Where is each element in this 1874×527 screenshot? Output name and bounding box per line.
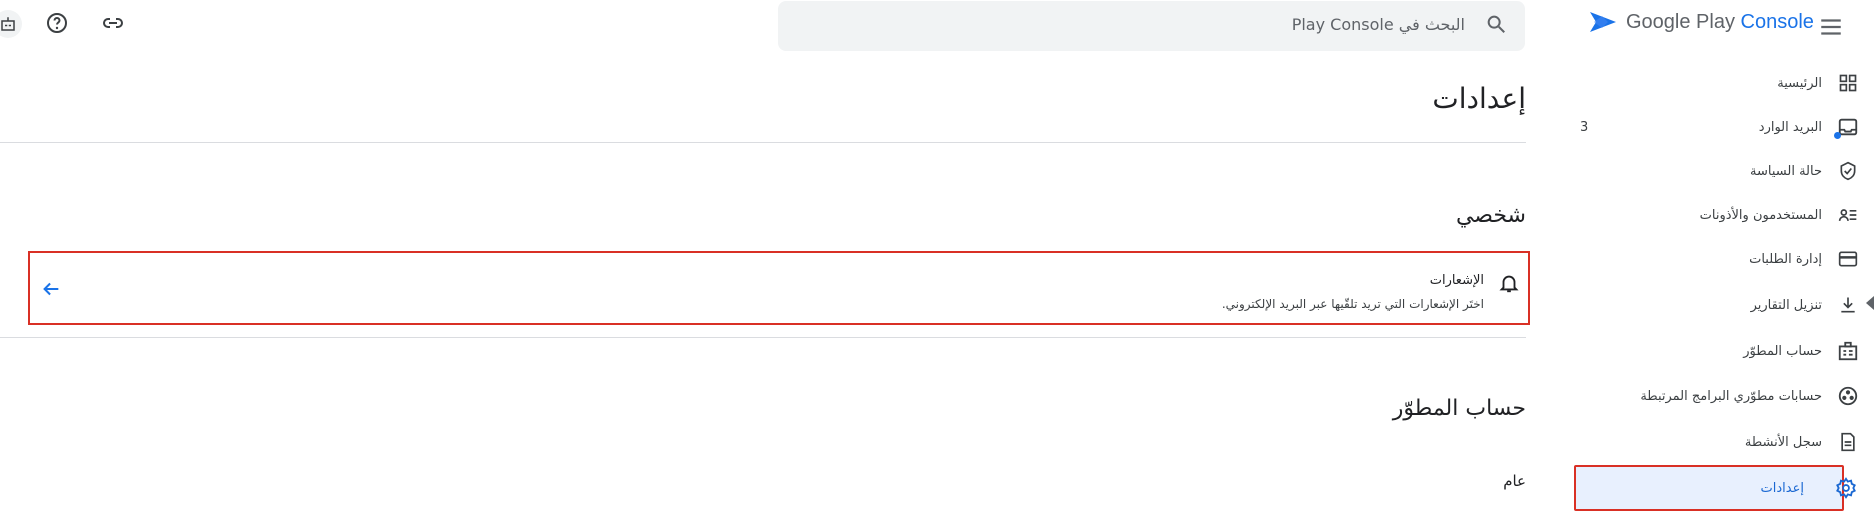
- page-title: إعدادات: [1432, 82, 1526, 115]
- gear-icon: [1834, 476, 1858, 500]
- sidebar-item-label: تنزيل التقارير: [1750, 297, 1822, 313]
- notifications-description: اختَر الإشعارات التي تريد تلقّيها عبر ال…: [1221, 297, 1484, 311]
- sidebar-item-label: المستخدمون والأذونات: [1699, 207, 1822, 223]
- arrow-left-icon[interactable]: [40, 278, 62, 306]
- link-icon[interactable]: [100, 10, 126, 36]
- bell-icon: [1498, 271, 1520, 299]
- sidebar-item-label: الرئيسية: [1777, 75, 1822, 91]
- sidebar-item-label: إدارة الطلبات: [1749, 251, 1822, 267]
- search-bar[interactable]: البحث في Play Console: [778, 1, 1525, 51]
- sidebar-item-policy-status[interactable]: حالة السياسة: [1560, 149, 1860, 193]
- users-permissions-icon: [1836, 203, 1860, 227]
- grid-icon: [1836, 71, 1860, 95]
- sidebar-item-activity-log[interactable]: سجل الأنشطة: [1560, 420, 1860, 464]
- main-menu-icon[interactable]: [1818, 14, 1844, 40]
- help-icon[interactable]: [44, 10, 70, 36]
- sidebar-item-settings[interactable]: إعدادات: [1574, 465, 1856, 511]
- notifications-setting-row[interactable]: الإشعارات اختَر الإشعارات التي تريد تلقّ…: [28, 251, 1530, 325]
- notifications-title: الإشعارات: [1429, 273, 1484, 288]
- sidebar-item-label: إعدادات: [1760, 480, 1804, 496]
- sidebar-item-home[interactable]: الرئيسية: [1560, 61, 1860, 105]
- logo-text-prefix: Google Play: [1626, 10, 1735, 33]
- sidebar-item-label: حالة السياسة: [1750, 163, 1822, 179]
- google-play-console-logo[interactable]: Google Play Console: [1588, 10, 1814, 34]
- title-divider: [0, 142, 1526, 143]
- sidebar-item-inbox[interactable]: البريد الوارد 3: [1560, 105, 1860, 149]
- search-input[interactable]: البحث في Play Console: [1292, 15, 1465, 34]
- sidebar-item-label: حسابات مطوّري البرامج المرتبطة: [1640, 388, 1822, 404]
- sidebar-item-label: البريد الوارد: [1758, 119, 1822, 135]
- document-icon: [1836, 430, 1860, 454]
- inbox-count-badge: 3: [1580, 119, 1589, 135]
- download-icon: [1836, 293, 1860, 317]
- section-title-developer-account: حساب المطوّر: [1392, 396, 1526, 421]
- play-console-logo-icon: [1590, 12, 1616, 32]
- sidebar-item-label: سجل الأنشطة: [1744, 434, 1822, 450]
- general-label: عام: [1503, 472, 1526, 490]
- sidebar-item-download-reports[interactable]: تنزيل التقارير: [1560, 283, 1860, 327]
- inbox-icon: [1834, 115, 1860, 139]
- account-icon[interactable]: [0, 10, 22, 38]
- developer-account-icon: [1836, 339, 1860, 363]
- sidebar-item-users-permissions[interactable]: المستخدمون والأذونات: [1560, 193, 1860, 237]
- sidebar-collapse-handle[interactable]: [1866, 296, 1874, 310]
- logo-text-suffix: Console: [1740, 10, 1814, 33]
- section-title-personal: شخصي: [1455, 203, 1526, 228]
- sidebar-item-label: حساب المطوّر: [1743, 343, 1822, 359]
- shield-icon: [1836, 159, 1860, 183]
- credit-card-icon: [1836, 247, 1860, 271]
- section-divider: [0, 337, 1526, 338]
- sidebar-item-developer-account[interactable]: حساب المطوّر: [1560, 329, 1860, 373]
- linked-accounts-icon: [1836, 384, 1860, 408]
- sidebar-item-linked-accounts[interactable]: حسابات مطوّري البرامج المرتبطة: [1560, 374, 1860, 418]
- search-icon: [1485, 13, 1507, 39]
- sidebar-item-order-management[interactable]: إدارة الطلبات: [1560, 237, 1860, 281]
- unread-dot: [1834, 132, 1841, 139]
- logo-text: Google Play Console: [1626, 11, 1814, 34]
